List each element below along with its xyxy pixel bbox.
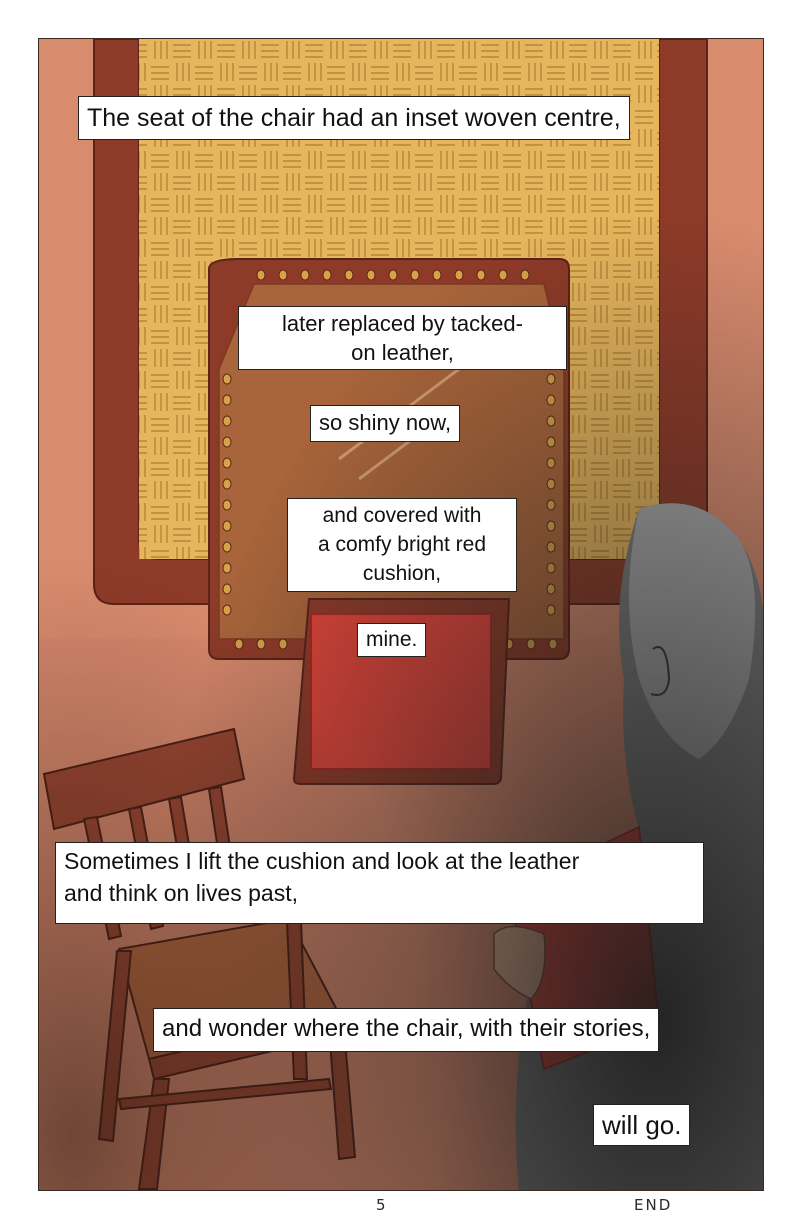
caption-4: and covered with a comfy bright red cush… bbox=[287, 498, 517, 592]
caption-7: and wonder where the chair, with their s… bbox=[153, 1008, 660, 1052]
page-number: 5 bbox=[376, 1196, 388, 1214]
caption-1: The seat of the chair had an inset woven… bbox=[78, 96, 630, 140]
caption-2: later replaced by tacked- on leather, bbox=[238, 306, 567, 370]
caption-3: so shiny now, bbox=[310, 405, 461, 442]
end-label: END bbox=[634, 1196, 673, 1214]
caption-5: mine. bbox=[357, 623, 427, 657]
caption-6: Sometimes I lift the cushion and look at… bbox=[55, 842, 704, 924]
caption-8: will go. bbox=[593, 1104, 691, 1146]
